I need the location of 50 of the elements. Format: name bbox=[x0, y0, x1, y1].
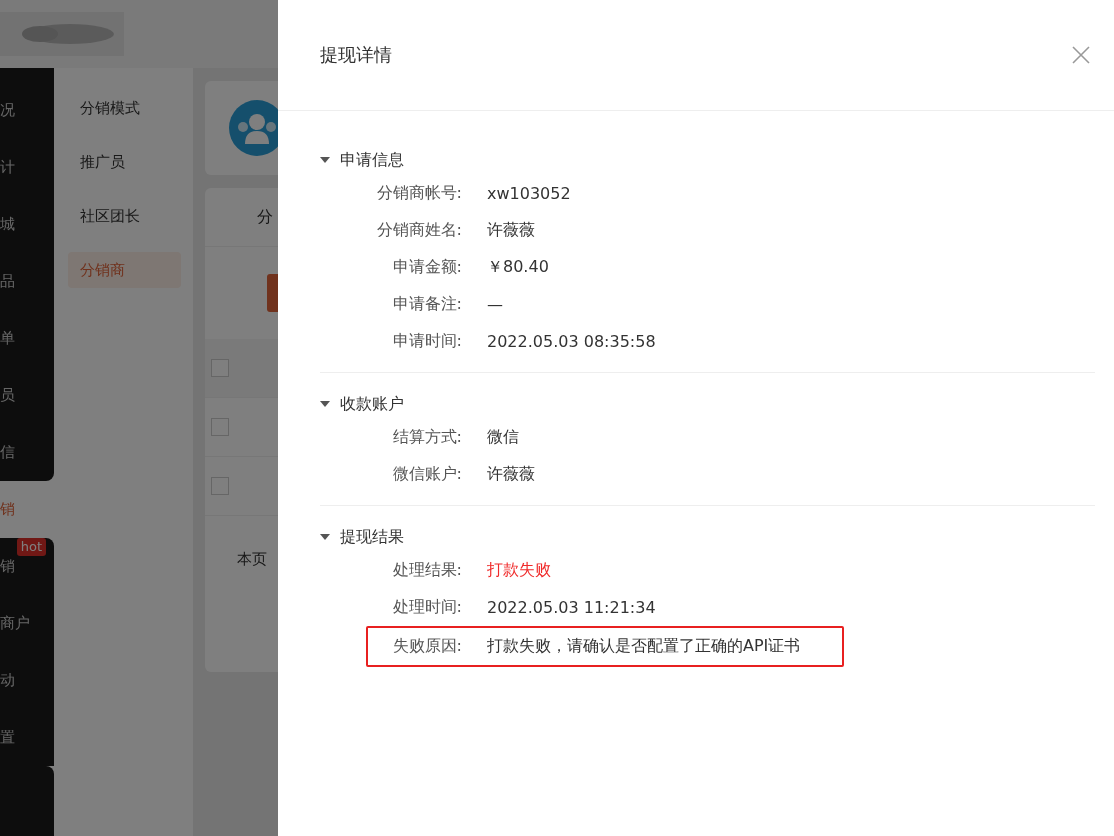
subnav-item[interactable]: 推广员 bbox=[68, 144, 181, 180]
field-value: ￥80.40 bbox=[487, 257, 549, 278]
nav-item[interactable]: 员 bbox=[0, 367, 54, 424]
section-title: 申请信息 bbox=[340, 149, 404, 171]
nav-item[interactable]: 商户 bbox=[0, 595, 54, 652]
field-value: xw103052 bbox=[487, 184, 571, 203]
section-title: 收款账户 bbox=[340, 393, 404, 415]
field-label: 失败原因: bbox=[391, 636, 462, 657]
field-value: 打款失败 bbox=[487, 560, 551, 581]
nav-item[interactable]: 信 bbox=[0, 424, 54, 481]
nav-item[interactable]: 动 bbox=[0, 652, 54, 709]
nav-item[interactable]: 品 bbox=[0, 253, 54, 310]
field-label: 处理时间: bbox=[391, 597, 462, 618]
caret-icon[interactable] bbox=[320, 534, 330, 540]
field-value: — bbox=[487, 295, 503, 314]
nav-item[interactable]: 销 hot bbox=[0, 538, 54, 595]
nav-item[interactable]: 计 bbox=[0, 139, 54, 196]
field-label: 结算方式: bbox=[391, 427, 462, 448]
checkbox[interactable] bbox=[211, 359, 229, 377]
field-value: 许薇薇 bbox=[487, 464, 535, 485]
field-label: 处理结果: bbox=[391, 560, 462, 581]
nav-item[interactable]: 况 bbox=[0, 82, 54, 139]
subnav-item[interactable]: 社区团长 bbox=[68, 198, 181, 234]
field-label: 分销商姓名: bbox=[375, 220, 462, 241]
section-title: 提现结果 bbox=[340, 526, 404, 548]
field-value: 微信 bbox=[487, 427, 519, 448]
field-label: 申请备注: bbox=[391, 294, 462, 315]
caret-icon[interactable] bbox=[320, 157, 330, 163]
nav-item[interactable]: 置 bbox=[0, 709, 54, 766]
field-value: 2022.05.03 08:35:58 bbox=[487, 332, 656, 351]
sidebar-background bbox=[0, 68, 54, 82]
hot-badge: hot bbox=[16, 538, 46, 556]
subnav-item[interactable]: 分销商 bbox=[68, 252, 181, 288]
field-value: 2022.05.03 11:21:34 bbox=[487, 598, 656, 617]
nav-item[interactable]: 城 bbox=[0, 196, 54, 253]
page-summary: 本页 bbox=[237, 550, 267, 568]
field-value: 许薇薇 bbox=[487, 220, 535, 241]
subnav-item[interactable]: 分销模式 bbox=[68, 90, 181, 126]
field-label: 分销商帐号: bbox=[375, 183, 462, 204]
nav-item[interactable]: 单 bbox=[0, 310, 54, 367]
field-value: 打款失败，请确认是否配置了正确的API证书 bbox=[487, 636, 801, 657]
drawer-title: 提现详情 bbox=[320, 43, 392, 67]
tab[interactable]: 分 bbox=[257, 206, 273, 228]
checkbox[interactable] bbox=[211, 418, 229, 436]
caret-icon[interactable] bbox=[320, 401, 330, 407]
checkbox[interactable] bbox=[211, 477, 229, 495]
field-label: 微信账户: bbox=[391, 464, 462, 485]
field-label: 申请金额: bbox=[391, 257, 462, 278]
close-button[interactable] bbox=[1070, 44, 1092, 66]
field-label: 申请时间: bbox=[391, 331, 462, 352]
